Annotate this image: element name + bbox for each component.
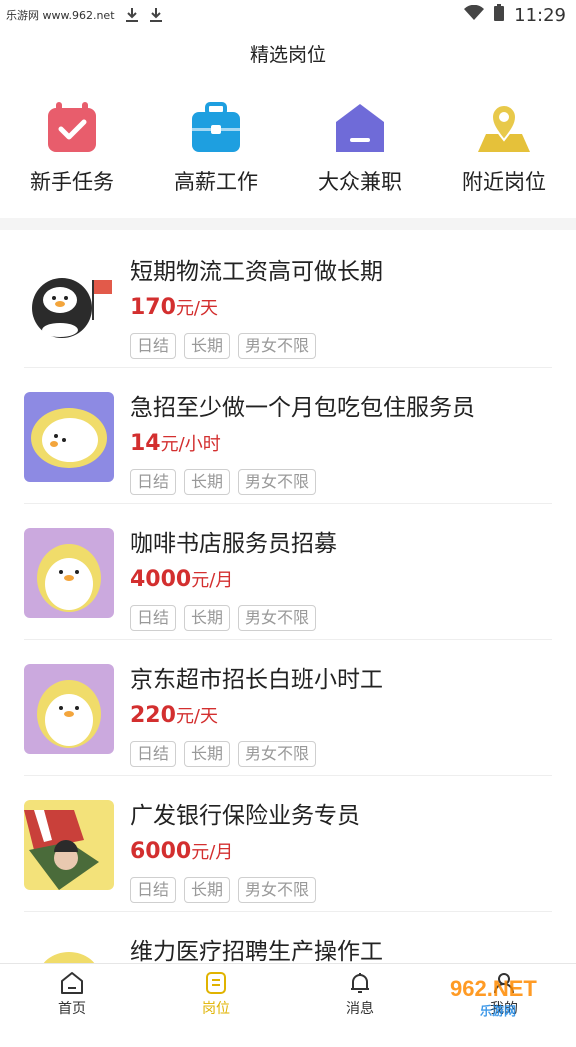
site-watermark: 962.NET 乐游网 [450, 976, 570, 1019]
job-title: 短期物流工资高可做长期 [130, 259, 383, 285]
job-salary: 4000元/月 [130, 566, 233, 592]
salary-unit: 元/天 [175, 298, 219, 319]
download-icon [125, 7, 139, 23]
category-label: 高薪工作 [174, 170, 258, 194]
job-tags: 日结 长期 男女不限 [130, 469, 317, 495]
job-tags: 日结 长期 男女不限 [130, 877, 317, 903]
job-tags: 日结 长期 男女不限 [130, 333, 317, 359]
illustration-thumbnail [24, 800, 114, 890]
battery-icon [494, 4, 505, 26]
page-title: 精选岗位 [249, 44, 326, 66]
job-item[interactable]: 短期物流工资高可做长期 170元/天 日结 长期 男女不限 [24, 232, 552, 368]
salary-unit: 元/天 [175, 706, 219, 727]
watermark-logo: 962.NET [450, 976, 537, 1001]
home-icon [61, 971, 83, 994]
tag-long-term: 长期 [184, 741, 231, 767]
job-salary: 170元/天 [130, 294, 218, 320]
wifi-icon [464, 4, 485, 26]
job-title: 京东超市招长白班小时工 [130, 667, 383, 693]
tab-home[interactable]: 首页 [0, 964, 144, 1024]
job-salary: 220元/天 [130, 702, 218, 728]
category-label: 附近岗位 [462, 170, 546, 194]
category-newbie-tasks[interactable]: 新手任务 [7, 100, 137, 210]
tag-daily-pay: 日结 [130, 333, 177, 359]
tag-daily-pay: 日结 [130, 741, 177, 767]
tag-long-term: 长期 [184, 469, 231, 495]
tab-label: 消息 [346, 1000, 374, 1017]
job-item[interactable]: 咖啡书店服务员招募 4000元/月 日结 长期 男女不限 [24, 504, 552, 640]
category-label: 新手任务 [30, 170, 114, 194]
tag-daily-pay: 日结 [130, 469, 177, 495]
tag-any-gender: 男女不限 [238, 605, 317, 631]
job-list: 短期物流工资高可做长期 170元/天 日结 长期 男女不限 急招至少做一个月包吃… [0, 232, 576, 1047]
tab-label: 首页 [58, 1000, 86, 1017]
job-item[interactable]: 广发银行保险业务专员 6000元/月 日结 长期 男女不限 [24, 776, 552, 912]
category-popular-parttime[interactable]: 大众兼职 [295, 100, 425, 210]
job-item[interactable]: 急招至少做一个月包吃包住服务员 14元/小时 日结 长期 男女不限 [24, 368, 552, 504]
category-high-salary[interactable]: 高薪工作 [151, 100, 281, 210]
tag-any-gender: 男女不限 [238, 333, 317, 359]
tag-long-term: 长期 [184, 605, 231, 631]
watermark-sub: 乐游网 [480, 1004, 517, 1018]
tag-any-gender: 男女不限 [238, 469, 317, 495]
penguin-lying-thumbnail [24, 392, 114, 482]
site-label: 乐游网 www.962.net [6, 9, 115, 22]
job-title: 维力医疗招聘生产操作工 [130, 939, 383, 965]
job-title: 急招至少做一个月包吃包住服务员 [130, 395, 475, 421]
category-nearby[interactable]: 附近岗位 [439, 100, 569, 210]
penguin-thumbnail [24, 664, 114, 754]
salary-unit: 元/月 [191, 842, 234, 863]
tab-messages[interactable]: 消息 [288, 964, 432, 1024]
tag-any-gender: 男女不限 [238, 741, 317, 767]
location-map-icon [478, 104, 530, 152]
category-row: 新手任务 高薪工作 大众兼职 附近岗位 [0, 100, 576, 210]
job-tags: 日结 长期 男女不限 [130, 605, 317, 631]
calendar-check-icon [48, 102, 96, 152]
job-salary: 14元/小时 [130, 430, 221, 456]
tag-daily-pay: 日结 [130, 877, 177, 903]
job-title: 广发银行保险业务专员 [130, 803, 360, 829]
salary-amount: 6000 [130, 839, 192, 864]
tab-label: 岗位 [202, 1000, 230, 1017]
status-bar: 乐游网 www.962.net 11:29 [0, 0, 576, 30]
tag-any-gender: 男女不限 [238, 877, 317, 903]
bell-icon [351, 972, 369, 993]
job-title: 咖啡书店服务员招募 [130, 531, 337, 557]
salary-unit: 元/小时 [160, 434, 221, 455]
clock-time: 11:29 [514, 4, 566, 26]
salary-amount: 14 [130, 431, 161, 456]
penguin-flag-thumbnail [24, 256, 114, 346]
status-right: 11:29 [464, 4, 566, 26]
download-icon [149, 7, 163, 23]
penguin-thumbnail [24, 528, 114, 618]
tag-long-term: 长期 [184, 333, 231, 359]
section-divider [0, 218, 576, 230]
tag-long-term: 长期 [184, 877, 231, 903]
job-item[interactable]: 京东超市招长白班小时工 220元/天 日结 长期 男女不限 [24, 640, 552, 776]
job-tags: 日结 长期 男女不限 [130, 741, 317, 767]
category-label: 大众兼职 [318, 170, 402, 194]
job-salary: 6000元/月 [130, 838, 233, 864]
house-icon [336, 104, 384, 152]
salary-amount: 4000 [130, 567, 192, 592]
briefcase-icon [192, 102, 240, 152]
salary-amount: 220 [130, 703, 176, 728]
list-icon [206, 971, 226, 994]
tab-jobs[interactable]: 岗位 [144, 964, 288, 1024]
salary-unit: 元/月 [191, 570, 234, 591]
status-left: 乐游网 www.962.net [6, 7, 163, 23]
tag-daily-pay: 日结 [130, 605, 177, 631]
salary-amount: 170 [130, 295, 176, 320]
